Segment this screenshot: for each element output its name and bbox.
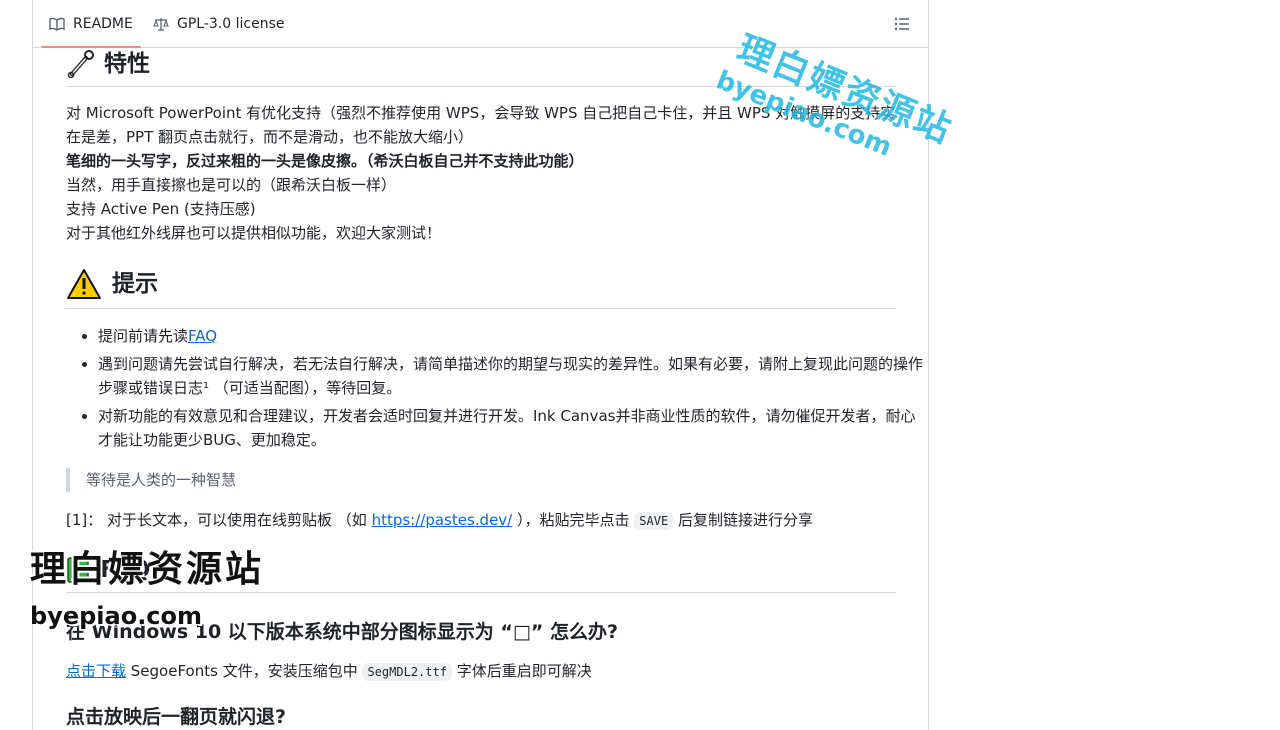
watermark-cn: 理白嫖资源站 (30, 549, 265, 590)
tab-readme[interactable]: README (41, 0, 141, 48)
footnote-mid: ），粘贴完毕点击 (512, 511, 635, 529)
tab-license[interactable]: GPL-3.0 license (153, 0, 284, 47)
outline-toggle-button[interactable] (892, 14, 912, 34)
features-title: 特性 (104, 51, 150, 77)
book-icon (49, 17, 65, 31)
faq-link[interactable]: FAQ (188, 327, 217, 345)
font-file-code: SegMDL2.ttf (362, 663, 452, 681)
tips-list-item: 对新功能的有效意见和合理建议，开发者会适时回复并进行开发。Ink Canvas并… (98, 404, 928, 452)
tips-list-item: 提问前请先读FAQ (98, 324, 928, 348)
features-line-5: 对于其他红外线屏也可以提供相似功能，欢迎大家测试！ (66, 224, 442, 242)
blockquote: 等待是人类的一种智慧 (66, 468, 906, 492)
features-line-2: 笔细的一头写字，反过来粗的一头是像皮擦。（希沃白板自己并不支持此功能） (66, 152, 584, 170)
tips-item-1-text: 提问前请先读 (98, 327, 189, 345)
scale-icon (153, 17, 169, 31)
tips-list: 提问前请先读FAQ 遇到问题请先尝试自行解决，若无法自行解决，请简单描述你的期望… (66, 324, 928, 456)
footnote-prefix: [1]： 对于长文本，可以使用在线剪贴板 （如 (66, 511, 372, 529)
tips-list-item: 遇到问题请先尝试自行解决，若无法自行解决，请简单描述你的期望与现实的差异性。如果… (98, 352, 928, 400)
faq-answer-1-mid: SegoeFonts 文件，安装压缩包中 (126, 662, 363, 680)
features-line-4: 支持 Active Pen (支持压感) (66, 200, 256, 218)
watermark-en: byepiao.com (30, 602, 203, 630)
faq-answer-1-suffix: 字体后重启即可解决 (451, 662, 592, 680)
footnote: [1]： 对于长文本，可以使用在线剪贴板 （如 https://pastes.d… (66, 508, 896, 533)
list-icon (894, 17, 909, 31)
wrench-icon (67, 50, 94, 78)
faq-answer-1: 点击下载 SegoeFonts 文件，安装压缩包中 SegMDL2.ttf 字体… (66, 659, 896, 684)
tips-title: 提示 (112, 271, 158, 297)
watermark-bottom-left: 理白嫖资源站 byepiao.com (30, 540, 264, 630)
footnote-suffix: 后复制链接进行分享 (673, 511, 813, 529)
tips-heading: 提示 (66, 268, 896, 309)
features-line-3: 当然，用手直接擦也是可以的（跟希沃白板一样） (66, 176, 397, 194)
pastes-link[interactable]: https://pastes.dev/ (372, 511, 513, 529)
faq-question-2: 点击放映后一翻页就闪退? (66, 706, 287, 728)
features-paragraph: 对 Microsoft PowerPoint 有优化支持（强烈不推荐使用 WPS… (66, 101, 896, 245)
download-link[interactable]: 点击下载 (66, 662, 126, 680)
warning-icon (67, 269, 101, 299)
tab-readme-label: README (73, 15, 133, 32)
save-code: SAVE (634, 512, 674, 530)
tab-license-label: GPL-3.0 license (177, 15, 285, 32)
